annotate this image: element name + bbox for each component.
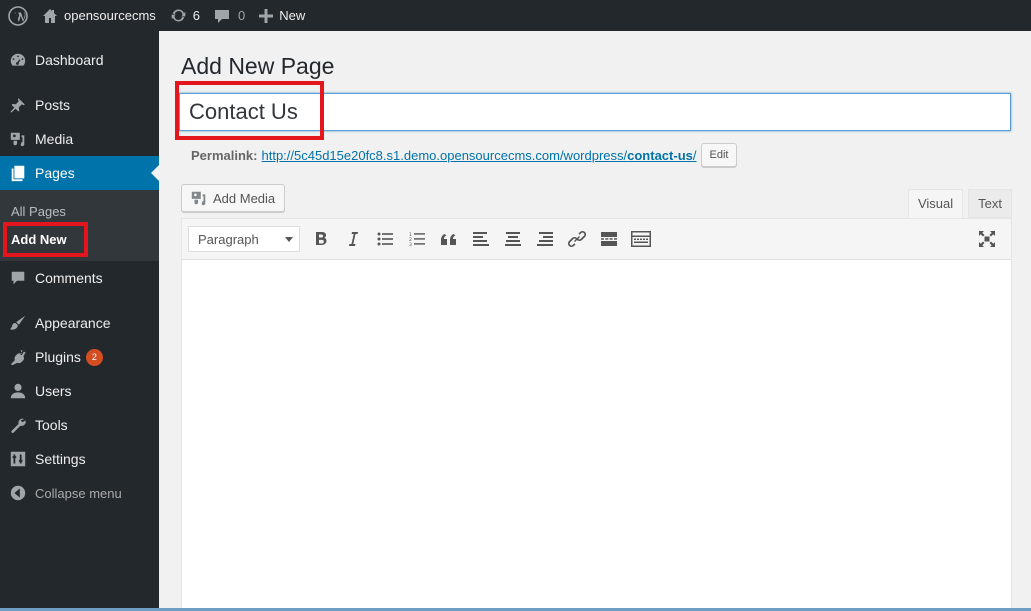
editor-toolbar: Paragraph 123 xyxy=(182,219,1011,260)
sidebar-item-plugins[interactable]: Plugins 2 xyxy=(0,340,159,374)
bold-icon xyxy=(316,232,327,245)
svg-text:3: 3 xyxy=(409,242,412,246)
permalink-row: Permalink: http://5c45d15e20fc8.s1.demo.… xyxy=(191,143,738,167)
plus-icon xyxy=(259,8,274,23)
content-editor: Paragraph 123 xyxy=(181,218,1012,611)
permalink-link[interactable]: http://5c45d15e20fc8.s1.demo.opensourcec… xyxy=(261,148,696,163)
media-icon xyxy=(191,191,206,206)
add-media-label: Add Media xyxy=(213,190,276,206)
sidebar-label: Posts xyxy=(35,97,71,113)
add-media-button[interactable]: Add Media xyxy=(181,184,286,212)
editor-tabs: Visual Text xyxy=(907,189,1012,218)
admin-bar: opensourcecms 6 0 New xyxy=(0,0,1031,31)
permalink-label: Permalink: xyxy=(191,147,258,163)
comment-icon xyxy=(8,268,28,288)
tab-visual[interactable]: Visual xyxy=(907,189,964,218)
read-more-button[interactable] xyxy=(593,225,625,253)
admin-sidebar: Dashboard Posts Media Pages All Pages Ad… xyxy=(0,31,159,611)
sidebar-item-dashboard[interactable]: Dashboard xyxy=(0,43,159,77)
insert-link-button[interactable] xyxy=(561,225,593,253)
dashboard-icon xyxy=(8,50,28,70)
italic-button[interactable] xyxy=(337,225,369,253)
site-name: opensourcecms xyxy=(64,8,156,23)
align-right-icon xyxy=(537,232,553,246)
sidebar-label: Tools xyxy=(35,417,68,433)
sidebar-label: Plugins xyxy=(35,349,81,365)
pages-icon xyxy=(8,163,28,183)
comments-link[interactable]: 0 xyxy=(207,0,252,31)
bulleted-list-icon xyxy=(377,232,393,246)
keyboard-icon xyxy=(631,231,651,247)
sidebar-label: Appearance xyxy=(35,315,111,331)
editor-content-area[interactable] xyxy=(182,260,1011,610)
sidebar-item-pages[interactable]: Pages xyxy=(0,156,159,190)
sidebar-item-tools[interactable]: Tools xyxy=(0,408,159,442)
format-select-value: Paragraph xyxy=(198,231,259,247)
collapse-arrow-icon xyxy=(8,483,28,503)
format-select[interactable]: Paragraph xyxy=(188,226,300,252)
pushpin-icon xyxy=(8,95,28,115)
sidebar-item-posts[interactable]: Posts xyxy=(0,88,159,122)
wordpress-logo-icon xyxy=(8,5,28,26)
collapse-menu-label: Collapse menu xyxy=(35,485,122,501)
updates-count: 6 xyxy=(192,8,201,23)
submenu-add-new[interactable]: Add New xyxy=(0,225,159,253)
submenu-all-pages[interactable]: All Pages xyxy=(0,197,159,225)
sidebar-label: Media xyxy=(35,131,74,147)
comments-count: 0 xyxy=(238,8,246,23)
new-label: New xyxy=(279,8,306,23)
page-title: Add New Page xyxy=(181,53,335,79)
sidebar-item-media[interactable]: Media xyxy=(0,122,159,156)
home-icon xyxy=(43,8,57,23)
updates-icon xyxy=(171,9,186,22)
toolbar-toggle-button[interactable] xyxy=(625,225,657,253)
edit-permalink-button[interactable]: Edit xyxy=(700,143,738,167)
media-icon xyxy=(8,129,28,149)
numbered-list-icon: 123 xyxy=(409,232,425,246)
site-name-link[interactable]: opensourcecms xyxy=(34,0,163,31)
title-input[interactable] xyxy=(179,93,1011,131)
plugin-icon xyxy=(8,347,28,367)
bold-button[interactable] xyxy=(305,225,337,253)
comment-bubble-icon xyxy=(215,9,230,23)
blockquote-icon xyxy=(441,234,456,245)
sidebar-item-comments[interactable]: Comments xyxy=(0,261,159,295)
main-content: Add New Page Permalink: http://5c45d15e2… xyxy=(159,31,1031,611)
sidebar-label: Comments xyxy=(35,270,103,286)
new-content-link[interactable]: New xyxy=(252,0,312,31)
tab-text[interactable]: Text xyxy=(968,189,1012,218)
numbered-list-button[interactable]: 123 xyxy=(401,225,433,253)
sidebar-label: Users xyxy=(35,383,72,399)
collapse-menu-button[interactable]: Collapse menu xyxy=(0,476,159,510)
sidebar-item-appearance[interactable]: Appearance xyxy=(0,306,159,340)
sidebar-label: Dashboard xyxy=(35,52,104,68)
read-more-icon xyxy=(601,232,617,246)
pages-submenu: All Pages Add New xyxy=(0,190,159,261)
wrench-icon xyxy=(8,415,28,435)
fullscreen-icon xyxy=(979,231,995,247)
user-icon xyxy=(8,381,28,401)
fullscreen-button[interactable] xyxy=(971,225,1003,253)
wordpress-menu[interactable] xyxy=(2,0,34,31)
align-right-button[interactable] xyxy=(529,225,561,253)
plugins-update-badge: 2 xyxy=(85,348,103,366)
link-icon xyxy=(568,230,586,248)
align-center-icon xyxy=(505,232,521,246)
sidebar-item-users[interactable]: Users xyxy=(0,374,159,408)
settings-icon xyxy=(8,449,28,469)
align-left-icon xyxy=(473,232,489,246)
blockquote-button[interactable] xyxy=(433,225,465,253)
chevron-down-icon xyxy=(285,236,293,242)
align-left-button[interactable] xyxy=(465,225,497,253)
italic-icon xyxy=(349,232,358,246)
sidebar-label: Pages xyxy=(35,165,75,181)
align-center-button[interactable] xyxy=(497,225,529,253)
bulleted-list-button[interactable] xyxy=(369,225,401,253)
sidebar-label: Settings xyxy=(35,451,86,467)
updates-link[interactable]: 6 xyxy=(163,0,207,31)
sidebar-item-settings[interactable]: Settings xyxy=(0,442,159,476)
paintbrush-icon xyxy=(8,313,28,333)
